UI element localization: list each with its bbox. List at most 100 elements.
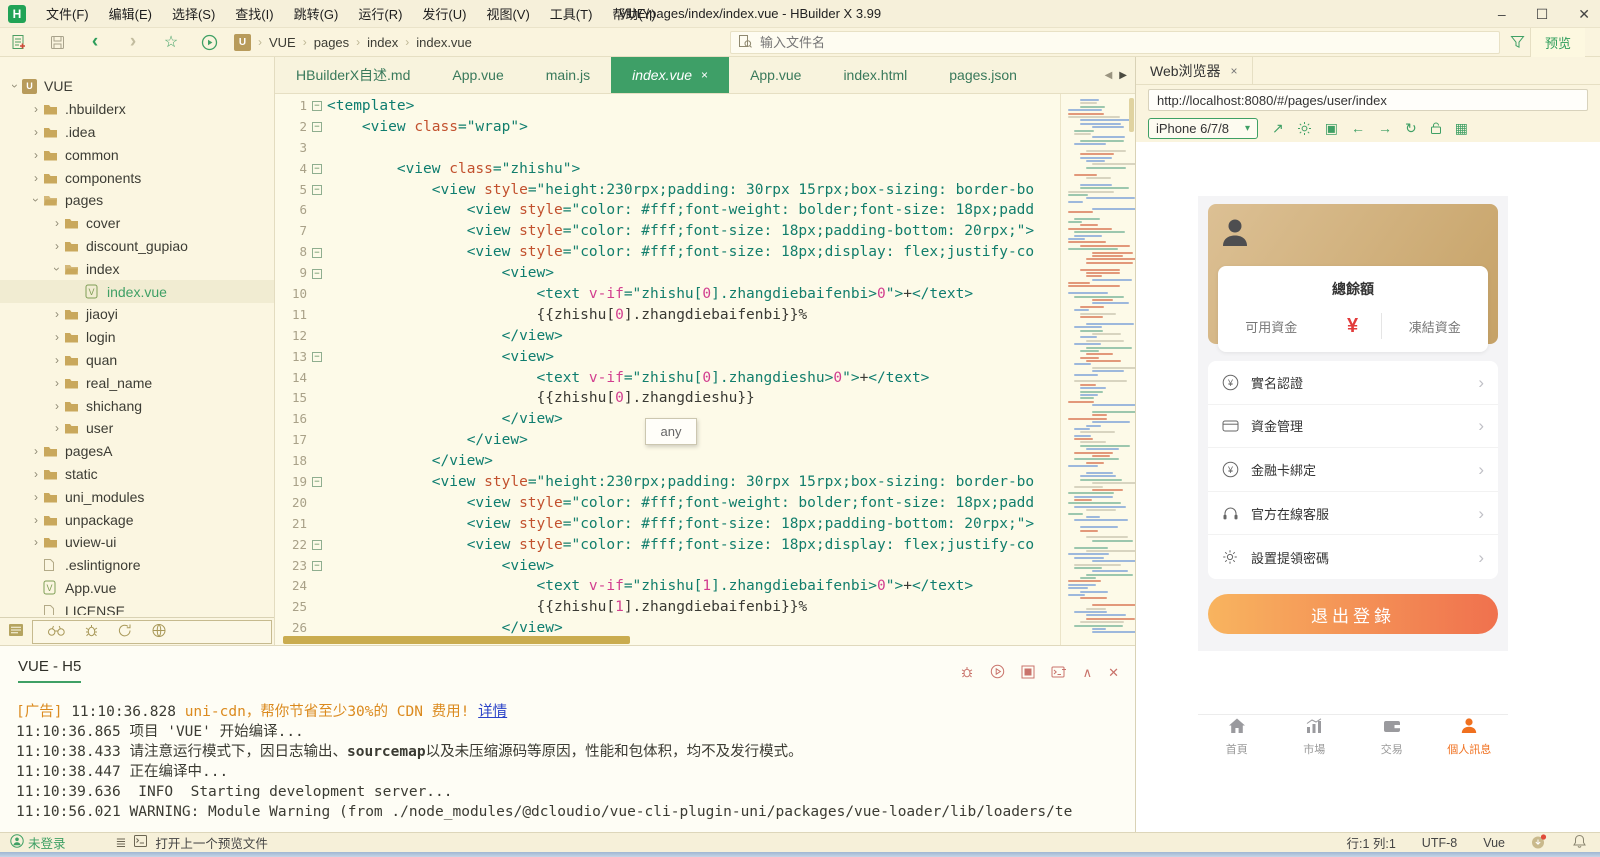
- phone-tab-首頁[interactable]: 首頁: [1198, 715, 1276, 758]
- tree-chevron-icon[interactable]: ›: [50, 307, 64, 321]
- tab-App.vue[interactable]: App.vue: [729, 57, 822, 93]
- tree-chevron-icon[interactable]: ›: [29, 125, 43, 139]
- terminal-icon[interactable]: [134, 835, 147, 850]
- menu-item-发行(U)[interactable]: 发行(U): [412, 0, 476, 27]
- tree-chevron-icon[interactable]: ›: [29, 102, 43, 116]
- outline-list-icon[interactable]: ≣: [116, 835, 127, 851]
- tree-chevron-icon[interactable]: ›: [50, 239, 64, 253]
- file-search-box[interactable]: [730, 31, 1500, 54]
- fold-icon[interactable]: −: [312, 101, 322, 111]
- browser-tab-close-icon[interactable]: ×: [1231, 64, 1238, 78]
- minimize-button[interactable]: –: [1498, 6, 1506, 22]
- notifications-bell-icon[interactable]: [1573, 834, 1586, 851]
- fold-icon[interactable]: −: [312, 561, 322, 571]
- web-globe-icon[interactable]: [151, 623, 167, 641]
- tree-chevron-icon[interactable]: ›: [50, 216, 64, 230]
- login-status[interactable]: 未登录: [10, 833, 66, 852]
- qrcode-icon[interactable]: ▦: [1455, 120, 1468, 137]
- fold-icon[interactable]: −: [312, 540, 322, 550]
- preview-button[interactable]: 预览: [1530, 28, 1585, 57]
- breadcrumb-item-index.vue[interactable]: index.vue: [416, 35, 472, 50]
- avatar-person-icon[interactable]: [1220, 216, 1258, 253]
- tree-item-shichang[interactable]: ›shichang: [0, 394, 274, 417]
- refresh-icon[interactable]: ↻: [1405, 120, 1417, 137]
- tree-item-jiaoyi[interactable]: ›jiaoyi: [0, 303, 274, 326]
- settings-icon[interactable]: [1297, 121, 1312, 136]
- device-selector[interactable]: iPhone 6/7/8 ▾: [1148, 118, 1258, 139]
- tree-item-components[interactable]: ›components: [0, 166, 274, 189]
- run-icon[interactable]: [200, 32, 218, 52]
- fold-icon[interactable]: −: [312, 248, 322, 258]
- menu-item-跳转(G)[interactable]: 跳转(G): [284, 0, 349, 27]
- new-file-icon[interactable]: [10, 32, 28, 52]
- search-binoculars-icon[interactable]: [47, 624, 66, 640]
- tree-item-VUE[interactable]: ›UVUE: [0, 75, 274, 98]
- profile-menu-item-官方在線客服[interactable]: 官方在線客服›: [1208, 492, 1498, 536]
- profile-menu-item-金融卡綁定[interactable]: ¥金融卡綁定›: [1208, 448, 1498, 492]
- open-external-icon[interactable]: ↗: [1272, 120, 1284, 137]
- tree-item-real_name[interactable]: ›real_name: [0, 371, 274, 394]
- console-stop-icon[interactable]: [1021, 665, 1035, 682]
- fold-icon[interactable]: −: [312, 352, 322, 362]
- file-search-input[interactable]: [758, 34, 1492, 51]
- url-input[interactable]: [1148, 89, 1588, 111]
- tree-chevron-icon[interactable]: ›: [8, 79, 22, 93]
- tree-item-cover[interactable]: ›cover: [0, 212, 274, 235]
- tree-item-common[interactable]: ›common: [0, 143, 274, 166]
- tree-item-unpackage[interactable]: ›unpackage: [0, 508, 274, 531]
- console-tab[interactable]: VUE - H5: [18, 658, 81, 683]
- tree-chevron-icon[interactable]: ›: [50, 399, 64, 413]
- maximize-button[interactable]: ☐: [1536, 6, 1549, 23]
- save-icon[interactable]: [48, 32, 66, 52]
- tree-item-App.vue[interactable]: VApp.vue: [0, 577, 274, 600]
- phone-tab-市場[interactable]: 市場: [1276, 715, 1354, 758]
- fold-icon[interactable]: −: [312, 269, 322, 279]
- breadcrumb-item-VUE[interactable]: VUE: [269, 35, 296, 50]
- tree-item-.eslintignore[interactable]: .eslintignore: [0, 554, 274, 577]
- tree-item-discount_gupiao[interactable]: ›discount_gupiao: [0, 235, 274, 258]
- phone-tab-個人訊息[interactable]: 個人訊息: [1431, 715, 1509, 758]
- tree-item-user[interactable]: ›user: [0, 417, 274, 440]
- tree-item-LICENSE[interactable]: LICENSE: [0, 599, 274, 615]
- tab-HBuilderX自述.md[interactable]: HBuilderX自述.md: [275, 57, 431, 93]
- menu-item-文件(F)[interactable]: 文件(F): [36, 0, 99, 27]
- tree-chevron-icon[interactable]: ›: [29, 490, 43, 504]
- code-area[interactable]: 1−<template>2− <view class="wrap">34− <v…: [275, 94, 1060, 645]
- tree-item-static[interactable]: ›static: [0, 463, 274, 486]
- profile-menu-item-實名認證[interactable]: ¥實名認證›: [1208, 361, 1498, 405]
- console-link[interactable]: 详情: [478, 704, 507, 720]
- minimap[interactable]: [1060, 94, 1135, 645]
- tree-chevron-icon[interactable]: ›: [29, 535, 43, 549]
- breadcrumb-item-index[interactable]: index: [367, 35, 398, 50]
- tree-chevron-icon[interactable]: ›: [29, 193, 43, 207]
- tree-item-index.vue[interactable]: Vindex.vue: [0, 280, 274, 303]
- cursor-position[interactable]: 行:1 列:1: [1346, 833, 1395, 852]
- forward-icon[interactable]: →: [1378, 120, 1392, 136]
- back-icon[interactable]: ‹: [86, 32, 104, 52]
- browser-tab[interactable]: Web浏览器 ×: [1136, 57, 1253, 85]
- filter-icon[interactable]: [1508, 33, 1526, 51]
- close-button[interactable]: ✕: [1578, 6, 1590, 23]
- fold-icon[interactable]: −: [312, 164, 322, 174]
- tree-chevron-icon[interactable]: ›: [50, 330, 64, 344]
- menu-item-选择(S)[interactable]: 选择(S): [162, 0, 225, 27]
- profile-menu-item-資金管理[interactable]: 資金管理›: [1208, 405, 1498, 449]
- debug-bug-icon[interactable]: [84, 623, 99, 641]
- tree-chevron-icon[interactable]: ›: [29, 467, 43, 481]
- tree-item-index[interactable]: ›index: [0, 257, 274, 280]
- bookmark-star-icon[interactable]: ☆: [162, 32, 180, 52]
- forward-icon[interactable]: ›: [124, 32, 142, 52]
- menu-item-查找(I)[interactable]: 查找(I): [225, 0, 283, 27]
- tree-chevron-icon[interactable]: ›: [29, 148, 43, 162]
- tab-close-icon[interactable]: ×: [701, 68, 708, 82]
- tree-item-.hbuilderx[interactable]: ›.hbuilderx: [0, 98, 274, 121]
- menu-item-视图(V)[interactable]: 视图(V): [476, 0, 539, 27]
- tab-main.js[interactable]: main.js: [525, 57, 611, 93]
- phone-tab-交易[interactable]: 交易: [1353, 715, 1431, 758]
- tree-item-uni_modules[interactable]: ›uni_modules: [0, 485, 274, 508]
- tree-chevron-icon[interactable]: ›: [50, 376, 64, 390]
- logout-button[interactable]: 退出登錄: [1208, 594, 1498, 634]
- update-available-icon[interactable]: [1531, 834, 1547, 852]
- tree-chevron-icon[interactable]: ›: [50, 353, 64, 367]
- tree-chevron-icon[interactable]: ›: [50, 262, 64, 276]
